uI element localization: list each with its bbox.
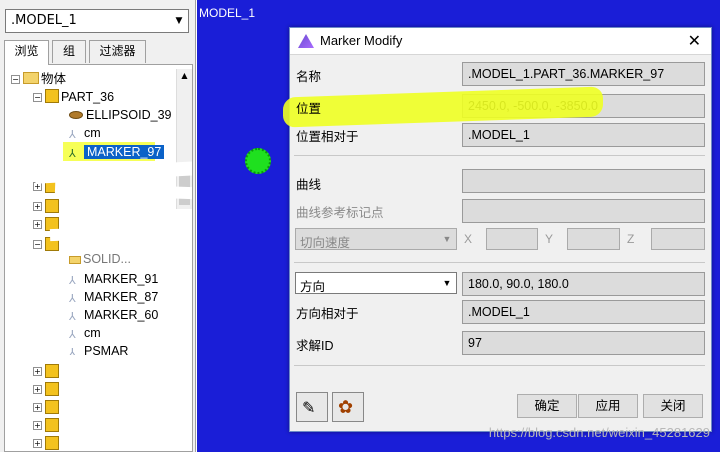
dialog-titlebar[interactable]: Marker Modify ✕ (290, 28, 711, 55)
watermark: https://blog.csdn.net/weixin_45281629 (488, 425, 710, 440)
tree-item-cm-2[interactable]: ⅄ cm (69, 324, 101, 342)
redaction-scribble (65, 355, 192, 365)
redaction-scribble (49, 224, 171, 242)
redaction-scribble (34, 160, 192, 184)
notepad-icon: ✎ (302, 398, 316, 417)
solver-id-label: 求解ID (296, 339, 334, 353)
ok-button[interactable]: 确定 (517, 394, 577, 418)
location-label: 位置 (296, 102, 322, 116)
part-icon (45, 364, 59, 378)
marker-axes-icon: ⅄ (69, 293, 76, 305)
palette-icon: ✿ (338, 397, 354, 418)
viewport-model-label: MODEL_1 (199, 6, 256, 20)
marker-axes-icon: ⅄ (69, 275, 76, 287)
name-label: 名称 (296, 70, 322, 84)
orientation-relative-label: 方向相对于 (296, 307, 359, 321)
chevron-down-icon: ▼ (175, 16, 183, 26)
part-icon (45, 400, 59, 414)
browser-panel: .MODEL_1 ▼ 浏览 组 过滤器 ▲ − 物体 − PART_36 ELL… (0, 0, 196, 452)
tangent-y-field[interactable] (567, 228, 620, 250)
tangent-y[interactable]: Y (543, 228, 623, 250)
ellipsoid-icon (69, 111, 83, 119)
curve-label: 曲线 (296, 178, 322, 192)
app-logo-icon (298, 34, 314, 48)
tree-item-part[interactable]: PART_36 (45, 88, 114, 106)
marker-axes-icon: ⅄ (69, 148, 76, 160)
chevron-down-icon: ▼ (442, 234, 452, 244)
location-relative-field[interactable]: .MODEL_1 (462, 123, 705, 147)
tab-browse[interactable]: 浏览 (4, 40, 49, 65)
marker-axes-icon: ⅄ (69, 329, 76, 341)
collapse-icon[interactable]: − (11, 75, 20, 84)
marker-modify-dialog: Marker Modify ✕ 名称 .MODEL_1.PART_36.MARK… (289, 27, 712, 432)
expand-icon[interactable]: + (33, 385, 42, 394)
curve-ref-marker-label: 曲线参考标记点 (296, 206, 384, 220)
redaction-scribble (54, 182, 192, 200)
solver-id-field[interactable]: 97 (462, 331, 705, 355)
part-icon (45, 382, 59, 396)
tree-item-bodies[interactable]: 物体 (23, 70, 66, 88)
tree-item-marker-87[interactable]: ⅄ MARKER_87 (69, 288, 158, 306)
tangent-x[interactable]: X (462, 228, 542, 250)
tangent-z-field[interactable] (651, 228, 705, 250)
expand-icon[interactable]: + (33, 421, 42, 430)
folder-icon (23, 72, 39, 84)
redaction-scribble (59, 370, 192, 388)
location-relative-label: 位置相对于 (296, 130, 359, 144)
part-icon (45, 436, 59, 450)
dialog-title: Marker Modify (320, 33, 403, 48)
model-selector-value: .MODEL_1 (11, 13, 77, 28)
tab-group[interactable]: 组 (52, 40, 86, 63)
browser-tabs: 浏览 组 过滤器 (4, 40, 194, 65)
orientation-mode-select[interactable]: 方向 ▼ (295, 272, 457, 294)
tree-item-cm[interactable]: ⅄ cm (69, 124, 101, 142)
tree-item-marker-91[interactable]: ⅄ MARKER_91 (69, 270, 158, 288)
part-icon (45, 199, 59, 213)
tree-item-marker-97[interactable]: ⅄ MARKER_97 (69, 143, 165, 161)
expand-icon[interactable]: + (33, 403, 42, 412)
divider (294, 262, 705, 263)
model-selector[interactable]: .MODEL_1 ▼ (5, 9, 189, 33)
tangent-velocity-select[interactable]: 切向速度 ▼ (295, 228, 457, 250)
collapse-icon[interactable]: − (33, 93, 42, 102)
expand-icon[interactable]: + (33, 202, 42, 211)
marker-sphere[interactable] (245, 148, 271, 174)
model-tree[interactable]: ▲ − 物体 − PART_36 ELLIPSOID_39 ⅄ cm ⅄ MARKE… (4, 64, 193, 452)
redaction-scribble (60, 207, 170, 219)
redaction-scribble (59, 392, 181, 410)
part-icon (45, 89, 59, 103)
tree-item-solid[interactable]: SOLID... (69, 250, 131, 268)
part-icon (45, 418, 59, 432)
divider (294, 365, 705, 366)
tree-item-ellipsoid[interactable]: ELLIPSOID_39 (69, 106, 171, 124)
tree-item-marker-60[interactable]: ⅄ MARKER_60 (69, 306, 158, 324)
name-field[interactable]: .MODEL_1.PART_36.MARKER_97 (462, 62, 705, 86)
apply-button[interactable]: 应用 (578, 394, 638, 418)
expand-icon[interactable]: + (33, 220, 42, 229)
curve-field[interactable] (462, 169, 705, 193)
tangent-x-field[interactable] (486, 228, 538, 250)
tab-filter[interactable]: 过滤器 (89, 40, 146, 63)
collapse-icon[interactable]: − (33, 240, 42, 249)
orientation-field[interactable]: 180.0, 90.0, 180.0 (462, 272, 705, 296)
expand-icon[interactable]: + (33, 439, 42, 448)
comments-button[interactable]: ✎ (296, 392, 328, 422)
curve-ref-marker-field[interactable] (462, 199, 705, 223)
close-icon[interactable]: ✕ (688, 31, 701, 50)
orientation-relative-field[interactable]: .MODEL_1 (462, 300, 705, 324)
expand-icon[interactable]: + (33, 367, 42, 376)
marker-axes-icon: ⅄ (69, 311, 76, 323)
marker-axes-icon: ⅄ (69, 129, 76, 141)
tangent-z[interactable]: Z (625, 228, 707, 250)
solid-icon (69, 256, 81, 264)
divider (294, 155, 705, 156)
redaction-scribble (60, 417, 160, 429)
chevron-down-icon: ▼ (442, 278, 452, 288)
close-button[interactable]: 关闭 (643, 394, 703, 418)
scroll-up-icon[interactable]: ▲ (177, 69, 192, 83)
appearance-button[interactable]: ✿ (332, 392, 364, 422)
app-window: .MODEL_1 ▼ 浏览 组 过滤器 ▲ − 物体 − PART_36 ELL… (0, 0, 720, 452)
